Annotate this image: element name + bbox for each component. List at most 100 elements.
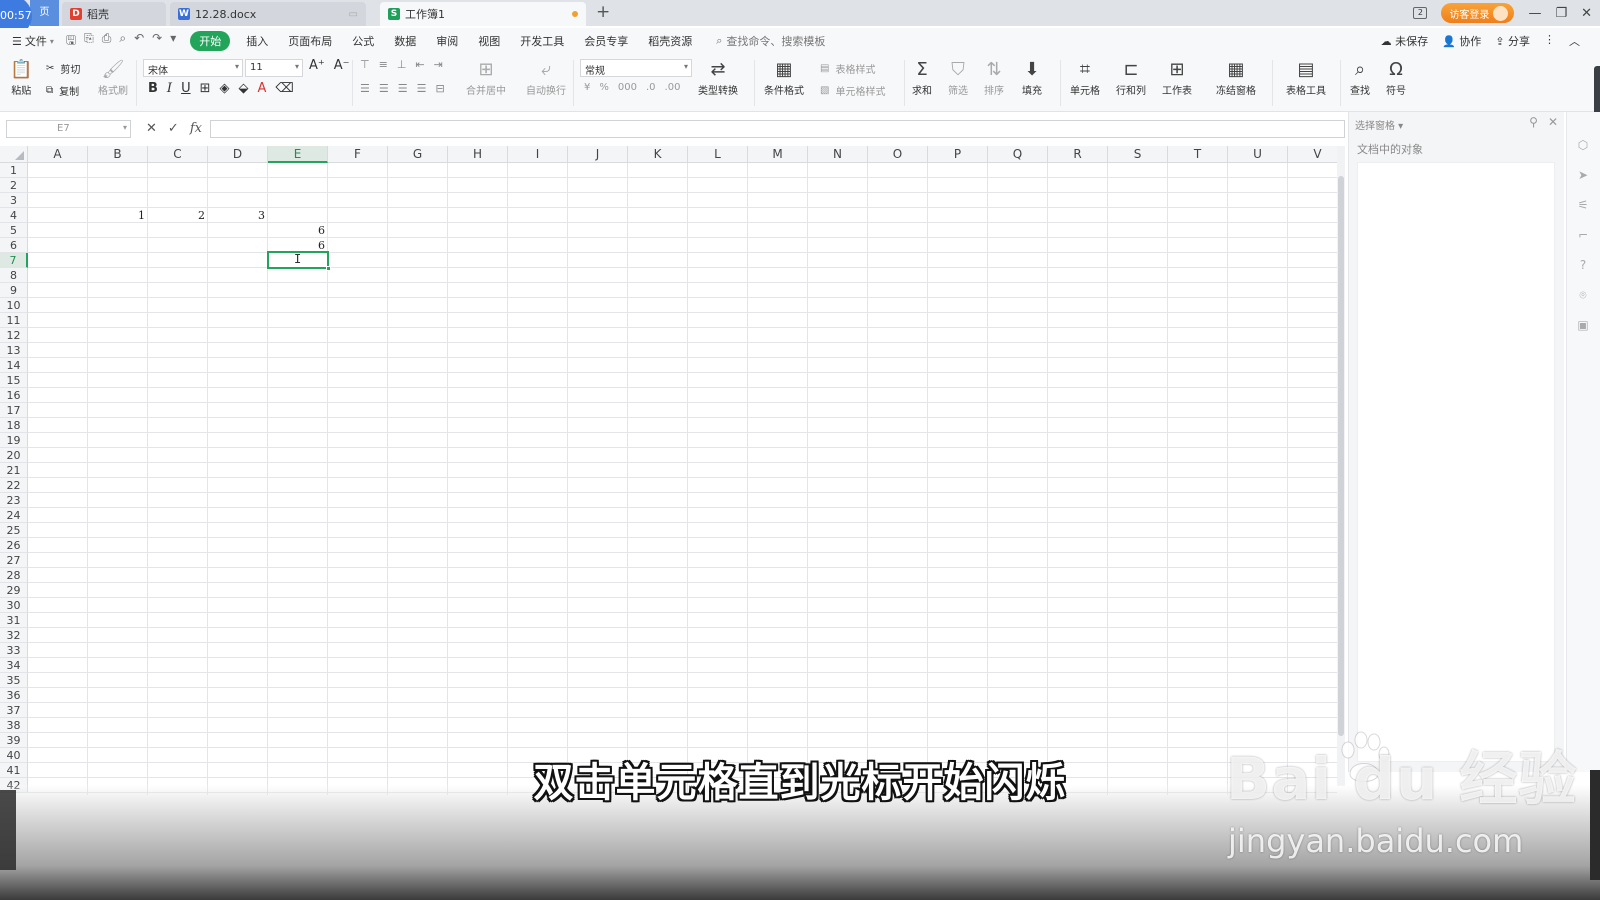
tab-home[interactable]: 开始 — [190, 31, 231, 51]
border-icon[interactable]: ⊞ — [200, 81, 211, 96]
pane-close-icon[interactable]: ✕ — [1548, 115, 1558, 129]
settings-slider-icon[interactable]: ⚟ — [1576, 198, 1590, 212]
close-icon[interactable]: ✕ — [1581, 6, 1592, 21]
row-header-25[interactable]: 25 — [0, 523, 28, 538]
collapse-ribbon-icon[interactable]: ︿ — [1569, 33, 1580, 49]
column-header-e[interactable]: E — [268, 146, 328, 163]
location-icon[interactable]: ⌾ — [1576, 288, 1590, 302]
row-header-4[interactable]: 4 — [0, 208, 28, 223]
pin-icon[interactable]: ⚲ — [1529, 115, 1538, 129]
row-header-6[interactable]: 6 — [0, 238, 28, 253]
row-header-9[interactable]: 9 — [0, 283, 28, 298]
fill-handle[interactable] — [326, 266, 331, 271]
justify-icon[interactable]: ☰ — [417, 82, 427, 95]
confirm-icon[interactable]: ✓ — [168, 121, 179, 136]
column-header-j[interactable]: J — [568, 146, 628, 163]
column-header-g[interactable]: G — [388, 146, 448, 163]
more-icon[interactable]: ⋮ — [1544, 33, 1555, 49]
row-header-13[interactable]: 13 — [0, 343, 28, 358]
format-painter-button[interactable]: 🖌 格式刷 — [98, 58, 128, 97]
shape-icon[interactable]: ⬡ — [1576, 138, 1590, 152]
cell-d4[interactable]: 3 — [208, 208, 268, 223]
indent-decrease-icon[interactable]: ⇤ — [415, 58, 424, 71]
help-icon[interactable]: ? — [1576, 258, 1590, 272]
window-count-icon[interactable]: 2 — [1413, 7, 1428, 19]
edge-handle[interactable] — [1594, 66, 1600, 116]
row-header-10[interactable]: 10 — [0, 298, 28, 313]
row-header-35[interactable]: 35 — [0, 673, 28, 688]
filter-button[interactable]: ⛉ 筛选 — [948, 58, 968, 97]
align-bottom-icon[interactable]: ⊥ — [397, 58, 407, 71]
command-search[interactable]: ⌕ 查找命令、搜索模板 — [716, 33, 825, 49]
row-header-2[interactable]: 2 — [0, 178, 28, 193]
row-header-12[interactable]: 12 — [0, 328, 28, 343]
row-header-15[interactable]: 15 — [0, 373, 28, 388]
currency-icon[interactable]: ¥ — [584, 82, 590, 93]
row-header-16[interactable]: 16 — [0, 388, 28, 403]
row-header-34[interactable]: 34 — [0, 658, 28, 673]
tab-word-document[interactable]: W 12.28.docx ▭ — [170, 2, 366, 26]
worksheet-button[interactable]: ⊞ 工作表 — [1162, 58, 1192, 97]
column-header-m[interactable]: M — [748, 146, 808, 163]
column-header-v[interactable]: V — [1288, 146, 1337, 163]
tab-page-layout[interactable]: 页面布局 — [278, 30, 342, 52]
function-icon[interactable]: fx — [190, 121, 202, 136]
guest-login-button[interactable]: 访客登录 — [1441, 3, 1515, 23]
name-box[interactable]: E7 — [6, 120, 131, 138]
row-header-11[interactable]: 11 — [0, 313, 28, 328]
align-top-icon[interactable]: ⊤ — [360, 58, 370, 71]
row-header-3[interactable]: 3 — [0, 193, 28, 208]
image-icon[interactable]: ▣ — [1576, 318, 1590, 332]
column-header-n[interactable]: N — [808, 146, 868, 163]
save-icon[interactable]: 🖫 — [66, 31, 76, 52]
column-header-p[interactable]: P — [928, 146, 988, 163]
row-header-20[interactable]: 20 — [0, 448, 28, 463]
find-button[interactable]: ⌕ 查找 — [1350, 58, 1370, 97]
underline-icon[interactable]: U — [181, 81, 191, 96]
restore-icon[interactable]: ❐ — [1555, 6, 1567, 21]
print-icon[interactable]: ⎙ — [102, 31, 112, 52]
fill-button[interactable]: ⬇ 填充 — [1022, 58, 1042, 97]
file-menu[interactable]: ☰ 文件 ▾ — [12, 33, 54, 49]
column-header-s[interactable]: S — [1108, 146, 1168, 163]
row-header-37[interactable]: 37 — [0, 703, 28, 718]
italic-icon[interactable]: I — [167, 81, 172, 96]
align-middle-icon[interactable]: ≡ — [379, 58, 388, 71]
tab-formulas[interactable]: 公式 — [342, 30, 384, 52]
tab-docer[interactable]: D 稻壳 — [62, 2, 166, 26]
customize-icon[interactable]: ▾ — [170, 31, 176, 52]
unsaved-status[interactable]: ☁ 未保存 — [1381, 33, 1429, 49]
merge-center-button[interactable]: ⊞ 合并居中 — [466, 58, 506, 97]
cell-style-button[interactable]: ▧ 单元格样式 — [820, 83, 885, 98]
row-header-14[interactable]: 14 — [0, 358, 28, 373]
row-header-36[interactable]: 36 — [0, 688, 28, 703]
number-format-select[interactable]: 常规 — [580, 59, 692, 77]
clear-format-icon[interactable]: ⌫ — [275, 81, 293, 96]
select-arrow-icon[interactable]: ➤ — [1576, 168, 1590, 182]
undo-icon[interactable]: ↶ — [134, 31, 144, 52]
paste-button[interactable]: 📋 粘贴 — [10, 58, 32, 97]
row-header-21[interactable]: 21 — [0, 463, 28, 478]
wrap-text-button[interactable]: ⤶ 自动换行 — [526, 58, 566, 97]
row-header-7[interactable]: 7 — [0, 253, 28, 268]
column-header-d[interactable]: D — [208, 146, 268, 163]
increase-font-icon[interactable]: A⁺ — [309, 58, 325, 73]
align-right-icon[interactable]: ☰ — [398, 82, 408, 95]
cell-area[interactable]: I 12366 — [28, 163, 1337, 795]
column-header-c[interactable]: C — [148, 146, 208, 163]
formula-input[interactable] — [210, 120, 1345, 138]
row-header-1[interactable]: 1 — [0, 163, 28, 178]
column-header-l[interactable]: L — [688, 146, 748, 163]
font-name-select[interactable]: 宋体 — [143, 59, 243, 77]
cell-b4[interactable]: 1 — [88, 208, 148, 223]
row-header-38[interactable]: 38 — [0, 718, 28, 733]
column-header-h[interactable]: H — [448, 146, 508, 163]
tab-view[interactable]: 视图 — [468, 30, 510, 52]
column-header-r[interactable]: R — [1048, 146, 1108, 163]
row-header-39[interactable]: 39 — [0, 733, 28, 748]
spreadsheet-grid[interactable]: ABCDEFGHIJKLMNOPQRSTUV 1 2 3 4 5 6 7 8 9 10 11 12 13… — [0, 146, 1337, 795]
row-header-24[interactable]: 24 — [0, 508, 28, 523]
share-button[interactable]: ⇪ 分享 — [1495, 33, 1530, 49]
indent-increase-icon[interactable]: ⇥ — [434, 58, 443, 71]
tab-insert[interactable]: 插入 — [236, 30, 278, 52]
